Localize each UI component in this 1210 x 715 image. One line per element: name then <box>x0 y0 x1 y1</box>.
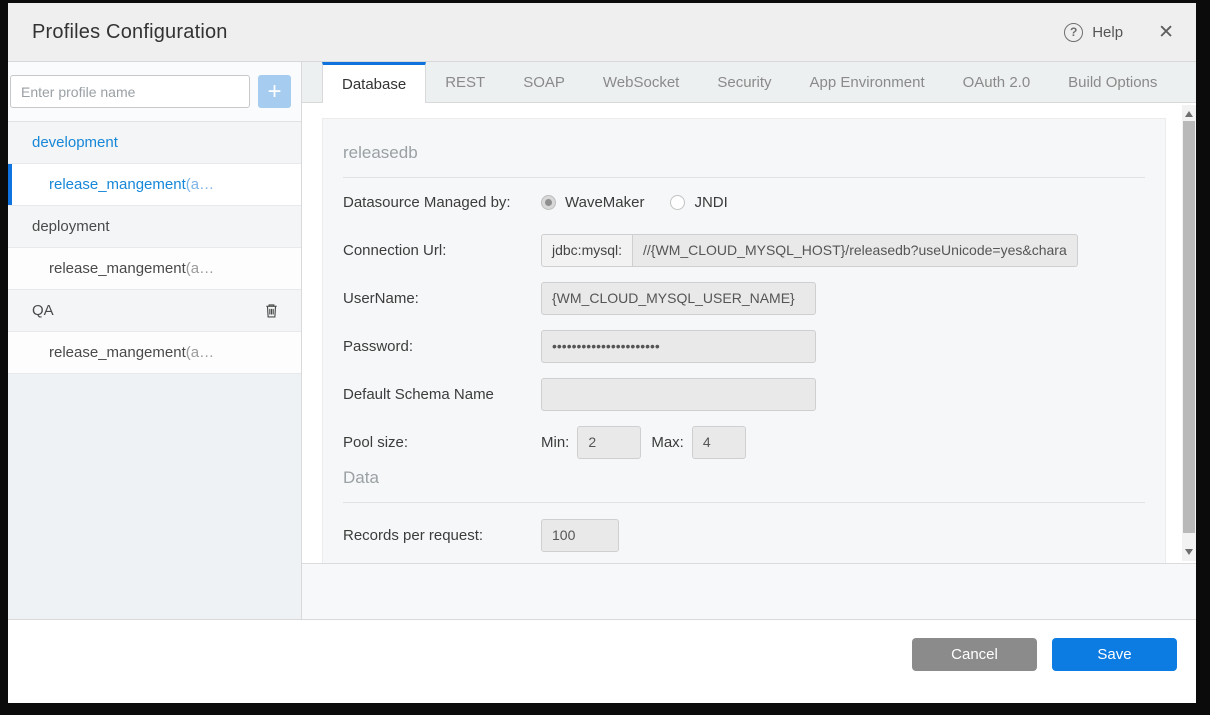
sidebar-item-label: QA <box>32 302 54 319</box>
radio-wavemaker[interactable]: WaveMaker <box>541 194 644 211</box>
sidebar-item-label: deployment <box>32 218 110 235</box>
datasource-label: Datasource Managed by: <box>343 194 541 211</box>
sidebar-item-release-mangement-development[interactable]: release_mangement (a… <box>8 164 301 206</box>
sidebar-item-suffix: (a… <box>186 344 214 361</box>
password-label: Password: <box>343 338 541 355</box>
connection-url-row: Connection Url: jdbc:mysql: <box>343 226 1145 274</box>
add-profile-button[interactable]: + <box>258 75 291 108</box>
tab-security[interactable]: Security <box>698 62 790 102</box>
datasource-radio-group: WaveMaker JNDI <box>541 194 728 211</box>
default-schema-input[interactable] <box>541 378 816 411</box>
scrollbar-up-icon[interactable] <box>1185 111 1193 117</box>
username-input[interactable] <box>541 282 816 315</box>
pool-min-input[interactable] <box>577 426 641 459</box>
profiles-configuration-dialog: Profiles Configuration ? Help ✕ + develo… <box>8 3 1196 703</box>
radio-jndi-circle <box>670 195 685 210</box>
password-input[interactable] <box>541 330 816 363</box>
schema-row: Default Schema Name <box>343 370 1145 418</box>
sidebar-item-label: release_mangement <box>49 344 186 361</box>
connection-url-prefix: jdbc:mysql: <box>541 234 633 267</box>
content-footer-strip <box>302 563 1196 620</box>
config-tabs-bar: Database REST SOAP WebSocket Security Ap… <box>302 62 1196 103</box>
dialog-title: Profiles Configuration <box>32 21 228 44</box>
section-divider <box>343 502 1145 503</box>
records-per-request-label: Records per request: <box>343 527 541 544</box>
dialog-body: + development release_mangement (a… depl… <box>8 62 1196 620</box>
schema-label: Default Schema Name <box>343 386 541 403</box>
header-actions: ? Help ✕ <box>1064 23 1174 42</box>
tab-app-environment[interactable]: App Environment <box>791 62 944 102</box>
sidebar-item-development[interactable]: development <box>8 122 301 164</box>
cancel-button[interactable]: Cancel <box>912 638 1037 671</box>
delete-profile-trash-icon[interactable] <box>264 302 279 319</box>
tab-oauth-2-0[interactable]: OAuth 2.0 <box>944 62 1050 102</box>
sidebar-item-label: development <box>32 134 118 151</box>
records-per-request-row: Records per request: <box>343 511 1145 559</box>
scrollbar-down-icon[interactable] <box>1185 549 1193 555</box>
datasource-row: Datasource Managed by: WaveMaker JNDI <box>343 178 1145 226</box>
dialog-header: Profiles Configuration ? Help ✕ <box>8 3 1196 62</box>
radio-wavemaker-circle <box>541 195 556 210</box>
sidebar-item-label: release_mangement <box>49 176 186 193</box>
profile-detail-panel: Database REST SOAP WebSocket Security Ap… <box>302 62 1196 620</box>
tab-build-options[interactable]: Build Options <box>1049 62 1176 102</box>
tab-rest[interactable]: REST <box>426 62 504 102</box>
pool-size-label: Pool size: <box>343 434 541 451</box>
password-row: Password: <box>343 322 1145 370</box>
tab-websocket[interactable]: WebSocket <box>584 62 698 102</box>
sidebar-item-label: release_mangement <box>49 260 186 277</box>
profile-search-row: + <box>8 62 301 122</box>
radio-jndi[interactable]: JNDI <box>670 194 727 211</box>
username-label: UserName: <box>343 290 541 307</box>
sidebar-item-deployment[interactable]: deployment <box>8 206 301 248</box>
tab-content-viewport: releasedb Datasource Managed by: WaveMak… <box>302 103 1196 563</box>
records-per-request-input[interactable] <box>541 519 619 552</box>
database-section-title: releasedb <box>343 135 1145 177</box>
data-section-title: Data <box>343 466 1145 502</box>
pool-size-row: Pool size: Min: Max: <box>343 418 1145 466</box>
username-row: UserName: <box>343 274 1145 322</box>
vertical-scrollbar[interactable] <box>1182 105 1196 561</box>
pool-max-label: Max: <box>651 434 684 451</box>
close-icon[interactable]: ✕ <box>1158 23 1174 42</box>
save-button[interactable]: Save <box>1052 638 1177 671</box>
profiles-sidebar: + development release_mangement (a… depl… <box>8 62 302 620</box>
connection-url-input[interactable] <box>632 234 1078 267</box>
sidebar-item-release-mangement-deployment[interactable]: release_mangement (a… <box>8 248 301 290</box>
tab-database[interactable]: Database <box>322 62 426 103</box>
connection-url-label: Connection Url: <box>343 242 541 259</box>
dialog-footer: Cancel Save <box>8 620 1196 703</box>
sidebar-item-release-mangement-qa[interactable]: release_mangement (a… <box>8 332 301 374</box>
database-config-card: releasedb Datasource Managed by: WaveMak… <box>322 118 1166 563</box>
profile-name-input[interactable] <box>10 75 250 108</box>
pool-max-input[interactable] <box>692 426 746 459</box>
tab-soap[interactable]: SOAP <box>504 62 584 102</box>
radio-wavemaker-label: WaveMaker <box>565 194 644 211</box>
scrollbar-thumb[interactable] <box>1183 121 1195 533</box>
help-link[interactable]: Help <box>1092 24 1123 41</box>
sidebar-item-qa[interactable]: QA <box>8 290 301 332</box>
radio-jndi-label: JNDI <box>694 194 727 211</box>
profile-list: development release_mangement (a… deploy… <box>8 122 301 374</box>
sidebar-item-suffix: (a… <box>186 260 214 277</box>
help-question-icon[interactable]: ? <box>1064 23 1083 42</box>
sidebar-item-suffix: (a… <box>186 176 214 193</box>
pool-min-label: Min: <box>541 434 569 451</box>
